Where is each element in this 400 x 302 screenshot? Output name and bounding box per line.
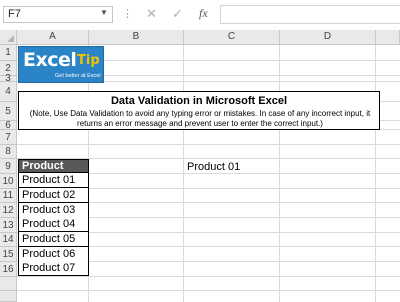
row-header-7[interactable]: 7	[0, 130, 17, 145]
column-header-b[interactable]: B	[89, 30, 184, 45]
logo-word-excel: Excel	[23, 49, 77, 71]
column-header-a[interactable]: A	[17, 30, 89, 45]
exceltip-logo: Excel Tip Get better at Excel	[18, 46, 104, 83]
name-box-value: F7	[8, 8, 21, 20]
row-header-15[interactable]: 15	[0, 247, 17, 262]
product-cell[interactable]: Product 05	[18, 232, 89, 247]
row-header-18[interactable]	[0, 291, 17, 302]
row-header-1[interactable]: 1	[0, 45, 17, 61]
sheet-note: (Note, Use Data Validation to avoid any …	[29, 109, 371, 128]
name-box[interactable]: F7	[3, 6, 113, 23]
column-header-c[interactable]: C	[184, 30, 280, 45]
column-header-e[interactable]	[376, 30, 400, 45]
product-cell[interactable]: Product 04	[18, 217, 89, 232]
row-header-16[interactable]: 16	[0, 262, 17, 277]
title-box[interactable]: Data Validation in Microsoft Excel (Note…	[18, 91, 380, 130]
product-cell[interactable]: Product 06	[18, 247, 89, 262]
row-header-6[interactable]: 6	[0, 120, 17, 131]
product-cell[interactable]: Product 02	[18, 188, 89, 203]
row-header-5[interactable]: 5	[0, 102, 17, 121]
worksheet-grid[interactable]: A B C D 1 2 3 4 5 6 7 8 9 10 11 12 13 14…	[0, 30, 400, 302]
select-all-corner[interactable]	[0, 30, 17, 45]
row-header-12[interactable]: 12	[0, 203, 17, 218]
product-cell[interactable]: Product 03	[18, 203, 89, 218]
formula-input[interactable]	[220, 5, 400, 24]
product-cell[interactable]: Product 01	[18, 173, 89, 188]
formula-bar: F7 ▼ ⋮ ✕ ✓ fx	[0, 0, 400, 28]
logo-tagline: Get better at Excel	[55, 73, 101, 79]
name-box-dropdown-icon[interactable]: ▼	[100, 8, 108, 18]
row-header-17[interactable]	[0, 277, 17, 291]
sheet-title: Data Validation in Microsoft Excel	[110, 95, 288, 107]
insert-function-icon[interactable]: fx	[199, 6, 208, 21]
row-header-8[interactable]: 8	[0, 145, 17, 159]
cancel-icon[interactable]: ✕	[146, 6, 157, 21]
row-header-11[interactable]: 11	[0, 189, 17, 203]
product-name-header[interactable]: Product Name	[18, 159, 89, 184]
product-cell[interactable]: Product 07	[18, 261, 89, 276]
formula-bar-grip-icon: ⋮	[122, 8, 133, 20]
row-header-13[interactable]: 13	[0, 218, 17, 233]
logo-word-tip: Tip	[77, 53, 100, 68]
cell-c8[interactable]: Product 01	[187, 160, 240, 174]
row-header-10[interactable]: 10	[0, 174, 17, 189]
row-header-14[interactable]: 14	[0, 233, 17, 247]
select-all-icon	[7, 35, 14, 42]
column-header-d[interactable]: D	[280, 30, 376, 45]
enter-icon[interactable]: ✓	[172, 6, 183, 21]
row-header-9[interactable]: 9	[0, 159, 17, 174]
row-header-4[interactable]: 4	[0, 82, 17, 102]
